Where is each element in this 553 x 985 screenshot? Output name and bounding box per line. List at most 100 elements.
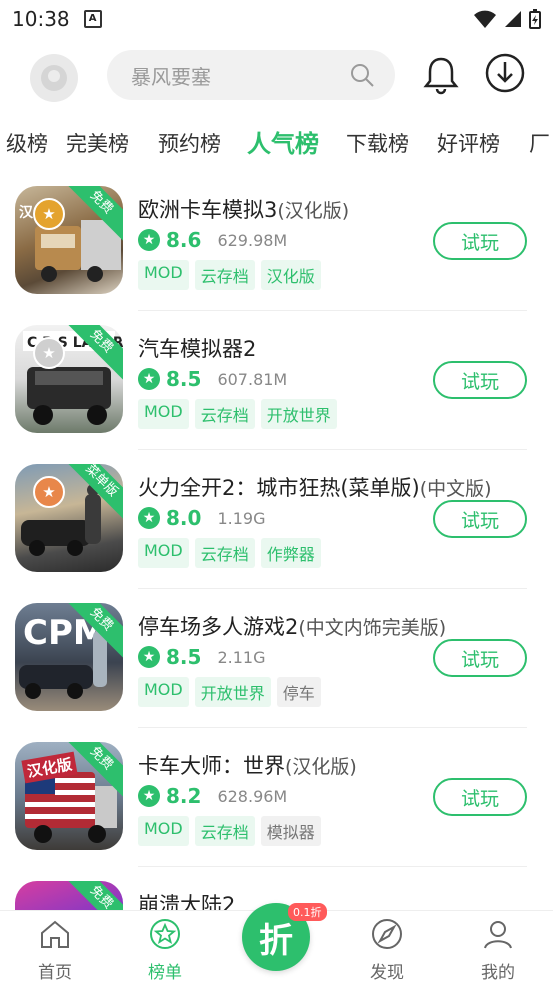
rank-star-icon: ★ <box>33 198 65 230</box>
wifi-icon <box>474 10 496 28</box>
discount-badge: 0.1折 <box>288 903 327 921</box>
game-name-suffix: (中文版) <box>419 478 492 500</box>
star-icon: ★ <box>138 229 160 251</box>
tab-good-reviews[interactable]: 好评榜 <box>437 128 500 158</box>
download-icon[interactable] <box>484 52 526 94</box>
nav-mine-label: 我的 <box>481 963 515 983</box>
game-tags: MOD 云存档 模拟器 <box>138 816 321 846</box>
free-ribbon: 免费 <box>63 881 123 910</box>
game-title: 火力全开2：城市狂热(菜单版)(中文版) <box>138 472 492 502</box>
tag: 作弊器 <box>260 538 321 568</box>
list-item[interactable]: 汉化版 免费 卡车大师：世界(汉化版) ★ 8.2 628.96M MOD 云存… <box>0 728 553 867</box>
game-title: 卡车大师：世界(汉化版) <box>138 750 357 780</box>
search-icon <box>351 64 374 87</box>
game-icon: CPM 免费 <box>15 603 123 711</box>
game-name: 汽车模拟器2 <box>138 337 257 361</box>
avatar-placeholder-icon <box>41 65 67 91</box>
game-icon: C R S LATOR ★ 免费 <box>15 325 123 433</box>
nav-discover-label: 发现 <box>370 963 404 983</box>
tag: 停车 <box>276 677 321 707</box>
game-score: 8.2 <box>166 784 202 808</box>
tab-popular[interactable]: 人气榜 <box>247 124 319 159</box>
game-rating: ★ 8.0 1.19G <box>138 506 265 530</box>
try-play-button[interactable]: 试玩 <box>433 361 527 399</box>
game-rating: ★ 8.5 2.11G <box>138 645 265 669</box>
tag: MOD <box>138 260 189 290</box>
nav-home[interactable]: 首页 <box>15 917 95 983</box>
battery-icon <box>529 9 541 29</box>
nav-discover[interactable]: 发现 <box>347 917 427 983</box>
star-icon: ★ <box>138 507 160 529</box>
try-play-button[interactable]: 试玩 <box>433 778 527 816</box>
game-tags: MOD 云存档 作弊器 <box>138 538 321 568</box>
bottom-navigation: 首页 榜单 折 0.1折 发现 我的 <box>0 903 553 985</box>
status-bar: 10:38 A <box>0 0 553 38</box>
tab-reservation[interactable]: 预约榜 <box>158 128 221 158</box>
tag: 开放世界 <box>194 677 271 707</box>
try-play-button[interactable]: 试玩 <box>433 639 527 677</box>
game-name: 崩溃大陆2 <box>138 893 236 910</box>
tag: 云存档 <box>194 399 255 429</box>
game-size: 2.11G <box>217 647 266 667</box>
tag: 云存档 <box>194 816 255 846</box>
tag: MOD <box>138 538 189 568</box>
game-name-suffix: (汉化版) <box>285 756 357 778</box>
game-score: 8.0 <box>166 506 202 530</box>
notification-a-icon: A <box>83 10 102 28</box>
game-size: 1.19G <box>217 508 266 528</box>
nav-mine[interactable]: 我的 <box>458 917 538 983</box>
game-rating: ★ 8.2 628.96M <box>138 784 287 808</box>
nav-home-label: 首页 <box>38 963 72 983</box>
compass-icon <box>372 919 402 949</box>
tab-download[interactable]: 下载榜 <box>346 128 409 158</box>
star-icon: ★ <box>138 785 160 807</box>
game-tags: MOD 云存档 开放世界 <box>138 399 337 429</box>
search-placeholder: 暴风要塞 <box>131 64 211 89</box>
tag: 开放世界 <box>260 399 337 429</box>
game-icon: ★ 汉 免费 <box>15 186 123 294</box>
status-time: 10:38 <box>12 7 70 31</box>
game-rating: ★ 8.6 629.98M <box>138 228 287 252</box>
game-icon: 免费 <box>15 881 123 910</box>
bell-icon[interactable] <box>420 54 462 96</box>
game-score: 8.5 <box>166 645 202 669</box>
game-title: 停车场多人游戏2(中文内饰完美版) <box>138 611 446 641</box>
list-item[interactable]: ★ 汉 免费 欧洲卡车模拟3(汉化版) ★ 8.6 629.98M MOD 云存… <box>0 172 553 311</box>
rank-star-icon: ★ <box>33 337 65 369</box>
game-size: 607.81M <box>217 369 288 389</box>
game-score: 8.6 <box>166 228 202 252</box>
try-play-button[interactable]: 试玩 <box>433 222 527 260</box>
tab-level[interactable]: 级榜 <box>6 128 48 158</box>
user-icon <box>484 921 512 949</box>
game-title: 欧洲卡车模拟3(汉化版) <box>138 194 349 224</box>
game-title: 汽车模拟器2 <box>138 333 256 363</box>
tag: MOD <box>138 816 189 846</box>
list-item[interactable]: CPM 免费 停车场多人游戏2(中文内饰完美版) ★ 8.5 2.11G MOD… <box>0 589 553 728</box>
game-name: 停车场多人游戏2 <box>138 615 299 639</box>
tab-perfect[interactable]: 完美榜 <box>66 128 129 158</box>
search-bar[interactable]: 暴风要塞 <box>107 50 395 100</box>
tag: 云存档 <box>194 538 255 568</box>
game-size: 628.96M <box>217 786 288 806</box>
tag: 云存档 <box>194 260 255 290</box>
icon-badge-text: 汉 <box>19 205 33 221</box>
try-play-button[interactable]: 试玩 <box>433 500 527 538</box>
game-rating: ★ 8.5 607.81M <box>138 367 287 391</box>
list-item[interactable]: C R S LATOR ★ 免费 汽车模拟器2 ★ 8.5 607.81M MO… <box>0 311 553 450</box>
tag: MOD <box>138 399 189 429</box>
game-name: 火力全开2：城市狂热(菜单版) <box>138 476 420 500</box>
game-list: ★ 汉 免费 欧洲卡车模拟3(汉化版) ★ 8.6 629.98M MOD 云存… <box>0 172 553 910</box>
star-icon: ★ <box>138 646 160 668</box>
tab-vendor[interactable]: 厂 <box>529 128 550 158</box>
nav-rank-label: 榜单 <box>148 963 182 983</box>
ranking-tabs: 级榜 完美榜 预约榜 人气榜 下载榜 好评榜 厂 <box>0 118 553 166</box>
rank-star-nav-icon <box>150 919 180 949</box>
game-name: 卡车大师：世界 <box>138 754 285 778</box>
list-item[interactable]: ★ 菜单版 火力全开2：城市狂热(菜单版)(中文版) ★ 8.0 1.19G M… <box>0 450 553 589</box>
tag: MOD <box>138 677 189 707</box>
signal-icon <box>505 11 521 27</box>
game-tags: MOD 开放世界 停车 <box>138 677 321 707</box>
nav-rank[interactable]: 榜单 <box>125 917 205 983</box>
user-avatar[interactable] <box>30 54 78 102</box>
star-icon: ★ <box>138 368 160 390</box>
